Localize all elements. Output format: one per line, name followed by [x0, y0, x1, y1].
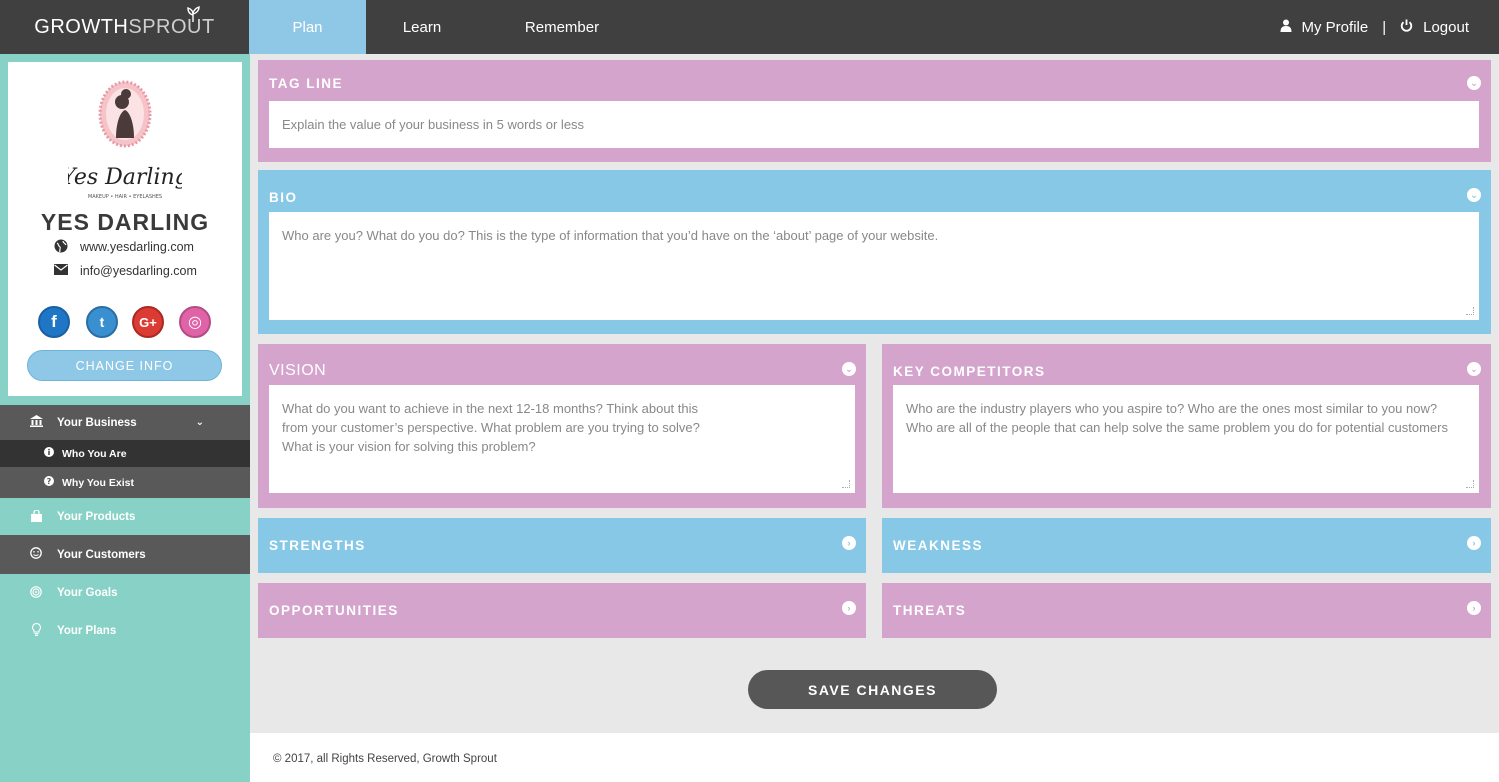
sidebar-item-label: Why You Exist: [62, 476, 134, 489]
smiley-icon: [26, 547, 46, 562]
user-icon[interactable]: [1280, 19, 1292, 36]
business-name: YES DARLING: [40, 209, 210, 235]
question-icon: ?: [42, 476, 56, 489]
chevron-right-icon[interactable]: ›: [842, 601, 856, 615]
sidebar-item-label: Your Products: [57, 511, 136, 523]
info-icon: [42, 447, 56, 460]
resize-handle[interactable]: [842, 480, 850, 488]
panel-title: WEAKNESS: [893, 538, 984, 553]
svg-text:?: ?: [47, 477, 52, 486]
facebook-icon[interactable]: f: [38, 306, 70, 338]
panel-title: STRENGTHS: [269, 538, 366, 553]
logout-link[interactable]: Logout: [1423, 19, 1469, 36]
sidebar: Yes Darling MAKEUP • HAIR • EYELASHES YE…: [0, 54, 250, 782]
change-info-button[interactable]: CHANGE INFO: [27, 350, 222, 381]
tab-plan[interactable]: Plan: [249, 0, 366, 54]
bank-icon: [26, 415, 46, 430]
tab-remember[interactable]: Remember: [478, 0, 646, 54]
sidebar-item-label: Your Plans: [57, 625, 117, 637]
competitors-placeholder: Who are the industry players who you asp…: [906, 401, 1448, 435]
sidebar-item-your-customers[interactable]: Your Customers: [0, 535, 250, 574]
business-card: Yes Darling MAKEUP • HAIR • EYELASHES YE…: [8, 62, 242, 396]
bio-placeholder: Who are you? What do you do? This is the…: [282, 228, 939, 243]
key-competitors-textarea[interactable]: Who are the industry players who you asp…: [893, 385, 1479, 493]
business-logo: Yes Darling MAKEUP • HAIR • EYELASHES: [61, 78, 189, 204]
vision-placeholder: What do you want to achieve in the next …: [282, 401, 700, 454]
sidebar-subitem-why-you-exist[interactable]: ? Why You Exist: [0, 467, 250, 498]
panel-title: OPPORTUNITIES: [269, 603, 399, 618]
svg-text:MAKEUP • HAIR • EYELASHES: MAKEUP • HAIR • EYELASHES: [88, 194, 162, 200]
bio-textarea[interactable]: Who are you? What do you do? This is the…: [269, 212, 1479, 320]
tagline-panel: TAG LINE ⌄ Explain the value of your bus…: [258, 60, 1491, 162]
brand-logo[interactable]: GROWTH SPROUT: [0, 0, 249, 54]
lightbulb-icon: [26, 623, 46, 639]
panel-title: VISION: [269, 362, 327, 379]
sidebar-item-your-plans[interactable]: Your Plans: [0, 612, 250, 650]
sidebar-item-label: Your Goals: [57, 587, 118, 599]
tagline-input[interactable]: Explain the value of your business in 5 …: [269, 101, 1479, 148]
threats-panel[interactable]: THREATS ›: [882, 583, 1491, 638]
footer: © 2017, all Rights Reserved, Growth Spro…: [250, 733, 1499, 782]
envelope-icon: [54, 264, 68, 278]
resize-handle[interactable]: [1466, 307, 1474, 315]
separator: |: [1382, 18, 1387, 36]
twitter-icon[interactable]: t: [86, 306, 118, 338]
opportunities-panel[interactable]: OPPORTUNITIES ›: [258, 583, 866, 638]
chevron-down-icon[interactable]: ⌄: [196, 417, 204, 428]
sidebar-item-label: Your Customers: [57, 548, 146, 561]
top-navigation-bar: GROWTH SPROUT Plan Learn Remember My Prof…: [0, 0, 1499, 54]
profile-area: My Profile | Logout: [1280, 0, 1469, 54]
sidebar-item-your-goals[interactable]: Your Goals: [0, 574, 250, 612]
globe-icon: [54, 239, 68, 256]
chevron-right-icon[interactable]: ›: [842, 536, 856, 550]
sidebar-item-label: Your Business: [57, 416, 137, 429]
email-row: info@yesdarling.com: [54, 261, 197, 281]
sidebar-subitem-who-you-are[interactable]: Who You Are: [0, 440, 250, 467]
vision-textarea[interactable]: What do you want to achieve in the next …: [269, 385, 855, 493]
panel-title: THREATS: [893, 603, 967, 618]
panel-title: TAG LINE: [269, 76, 343, 91]
social-links: f t G+ ◎: [38, 306, 218, 340]
target-icon: [26, 585, 46, 601]
my-profile-link[interactable]: My Profile: [1302, 19, 1369, 36]
key-competitors-panel: KEY COMPETITORS ⌄ Who are the industry p…: [882, 344, 1491, 508]
brand-part1: GROWTH: [34, 15, 129, 38]
bio-panel: BIO ⌄ Who are you? What do you do? This …: [258, 170, 1491, 334]
sprout-icon: [186, 6, 200, 25]
brand-part2: SPROUT: [128, 15, 215, 38]
panel-title: BIO: [269, 190, 298, 205]
svg-text:Yes Darling: Yes Darling: [68, 165, 182, 190]
chevron-down-icon[interactable]: ⌄: [842, 362, 856, 376]
sidebar-item-label: Who You Are: [62, 447, 127, 460]
weakness-panel[interactable]: WEAKNESS ›: [882, 518, 1491, 573]
chevron-down-icon[interactable]: ⌄: [1467, 362, 1481, 376]
sidebar-item-your-products[interactable]: Your Products: [0, 498, 250, 536]
power-icon[interactable]: [1400, 19, 1413, 36]
vision-panel: VISION ⌄ What do you want to achieve in …: [258, 344, 866, 508]
shopping-bag-icon: [26, 508, 46, 525]
chevron-down-icon[interactable]: ⌄: [1467, 76, 1481, 90]
strengths-panel[interactable]: STRENGTHS ›: [258, 518, 866, 573]
save-changes-button[interactable]: SAVE CHANGES: [748, 670, 997, 709]
copyright-text: © 2017, all Rights Reserved, Growth Spro…: [273, 753, 497, 765]
tab-learn[interactable]: Learn: [366, 0, 478, 54]
resize-handle[interactable]: [1466, 480, 1474, 488]
email-link[interactable]: info@yesdarling.com: [80, 264, 197, 278]
sidebar-item-your-business[interactable]: Your Business ⌄: [0, 405, 250, 440]
panel-title: KEY COMPETITORS: [893, 364, 1046, 379]
google-plus-icon[interactable]: G+: [132, 306, 164, 338]
chevron-down-icon[interactable]: ⌄: [1467, 188, 1481, 202]
chevron-right-icon[interactable]: ›: [1467, 536, 1481, 550]
instagram-icon[interactable]: ◎: [179, 306, 211, 338]
website-link[interactable]: www.yesdarling.com: [80, 240, 194, 254]
website-row: www.yesdarling.com: [54, 237, 194, 257]
chevron-right-icon[interactable]: ›: [1467, 601, 1481, 615]
